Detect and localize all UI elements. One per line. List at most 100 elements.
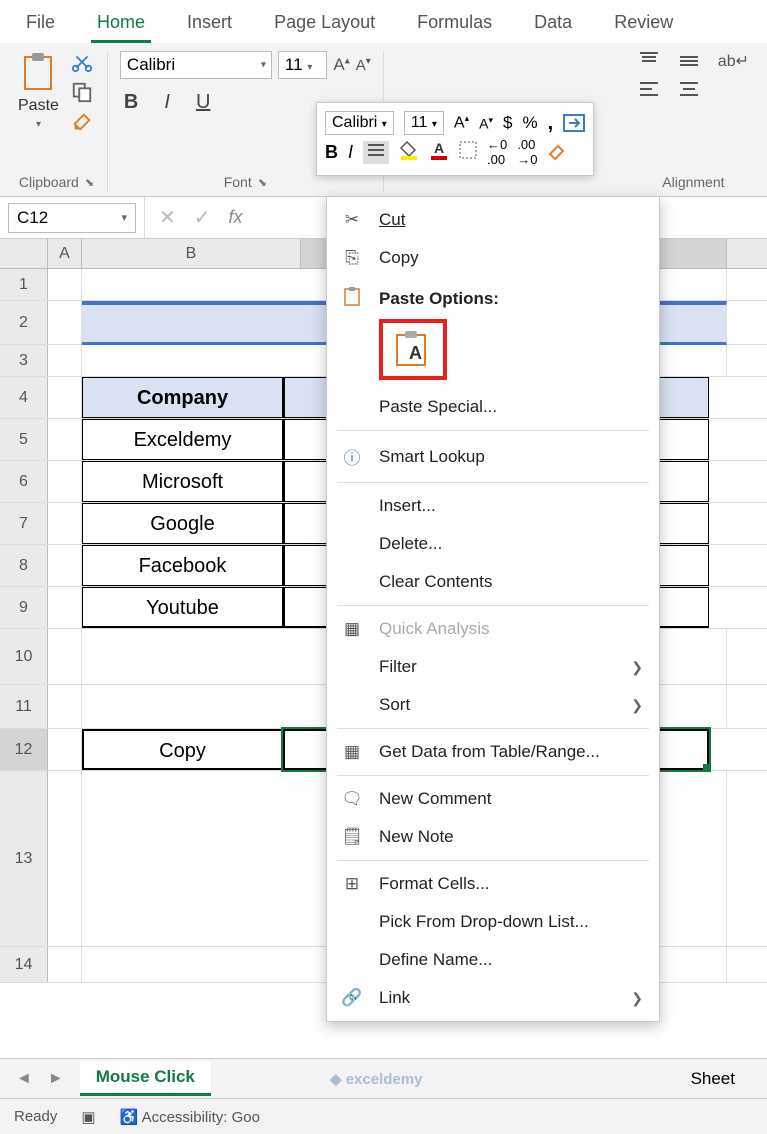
mini-size-select[interactable]: 11 ▾ [404,111,444,135]
row-4[interactable]: 4 [0,377,48,418]
table-header-company[interactable]: Company [82,377,283,418]
underline-button[interactable]: U [192,89,214,116]
cell-b6[interactable]: Microsoft [82,461,283,502]
select-all-corner[interactable] [0,239,48,268]
link-icon: 🔗 [341,988,363,1008]
mini-decrease-decimal-icon[interactable]: .00→0 [517,137,537,167]
ctx-filter[interactable]: Filter❯ [327,648,659,686]
align-middle-icon[interactable] [678,51,700,69]
formula-cancel-icon[interactable]: ✕ [159,205,176,230]
mini-increase-font-icon[interactable]: A▴ [454,113,469,132]
wrap-text-icon[interactable]: ab↵ [718,51,749,71]
tab-insert[interactable]: Insert [179,6,240,43]
ctx-new-note[interactable]: 🗒New Note [327,818,659,856]
italic-button[interactable]: I [160,89,174,116]
tab-data[interactable]: Data [526,6,580,43]
tab-home[interactable]: Home [89,6,153,43]
paste-button[interactable]: Paste ▾ [18,51,59,133]
name-box[interactable]: C12▾ [8,203,136,233]
mini-align-button[interactable] [363,141,389,164]
mini-fill-color-icon[interactable] [399,140,419,165]
increase-font-icon[interactable]: A▴ [333,55,349,75]
ctx-delete[interactable]: Delete... [327,525,659,563]
ctx-insert[interactable]: Insert... [327,487,659,525]
bold-button[interactable]: B [120,89,142,116]
row-14[interactable]: 14 [0,947,48,982]
font-launcher[interactable]: ⬊ [258,176,267,189]
formula-accept-icon[interactable]: ✓ [194,205,211,230]
ctx-clear-contents[interactable]: Clear Contents [327,563,659,601]
mini-comma-icon[interactable]: , [548,112,554,135]
tab-page-layout[interactable]: Page Layout [266,6,383,43]
ctx-smart-lookup[interactable]: ⓘSmart Lookup [327,435,659,478]
mini-currency-icon[interactable]: $ [503,113,512,133]
row-2[interactable]: 2 [0,301,48,344]
align-center-icon[interactable] [678,81,700,99]
row-8[interactable]: 8 [0,545,48,586]
align-top-icon[interactable] [638,51,660,69]
mini-bold-button[interactable]: B [325,142,338,163]
tab-file[interactable]: File [18,6,63,43]
cell-b9[interactable]: Youtube [82,587,283,628]
row-11[interactable]: 11 [0,685,48,728]
mini-decrease-font-icon[interactable]: A▾ [479,115,493,132]
paste-option-values[interactable]: A [379,319,447,380]
row-7[interactable]: 7 [0,503,48,544]
mini-italic-button[interactable]: I [348,142,353,163]
sheet-nav-next[interactable]: ► [48,1070,64,1088]
cell-b8[interactable]: Facebook [82,545,283,586]
mini-percent-icon[interactable]: % [522,113,537,133]
align-left-icon[interactable] [638,81,660,99]
cut-icon[interactable] [69,51,95,73]
ctx-quick-analysis: ▦Quick Analysis [327,610,659,648]
row-1[interactable]: 1 [0,269,48,300]
row-9[interactable]: 9 [0,587,48,628]
copy-icon: ⎘ [341,248,363,268]
ctx-paste-special[interactable]: Paste Special... [327,388,659,426]
cell-b5[interactable]: Exceldemy [82,419,283,460]
mini-font-select[interactable]: Calibri ▾ [325,111,394,135]
ctx-link[interactable]: 🔗Link❯ [327,979,659,1017]
accessibility-status[interactable]: ♿ Accessibility: Goo [120,1108,260,1126]
ctx-cut[interactable]: ✂Cut [327,201,659,239]
quick-analysis-icon: ▦ [341,619,363,639]
macro-record-icon[interactable]: ▣ [81,1108,95,1126]
search-icon: ⓘ [341,444,363,469]
row-3[interactable]: 3 [0,345,48,376]
format-painter-icon[interactable] [69,111,95,133]
row-6[interactable]: 6 [0,461,48,502]
font-name-select[interactable]: Calibri▾ [120,51,272,79]
format-cells-icon: ⊞ [341,874,363,894]
mini-format-painter-icon[interactable] [547,142,567,162]
decrease-font-icon[interactable]: A▾ [356,56,371,74]
font-size-select[interactable]: 11 ▾ [278,51,327,79]
mini-font-color-icon[interactable]: A [429,140,449,165]
cell-b12[interactable]: Copy [82,729,283,770]
col-B[interactable]: B [82,239,301,268]
fx-icon[interactable]: fx [229,207,243,228]
row-5[interactable]: 5 [0,419,48,460]
row-13[interactable]: 13 [0,771,48,946]
cell-b7[interactable]: Google [82,503,283,544]
ctx-sort[interactable]: Sort❯ [327,686,659,724]
sheet-nav-prev[interactable]: ◄ [16,1070,32,1088]
ctx-get-data[interactable]: ▦Get Data from Table/Range... [327,733,659,771]
sheet-tab-active[interactable]: Mouse Click [80,1061,211,1096]
ctx-new-comment[interactable]: 🗨New Comment [327,780,659,818]
row-12[interactable]: 12 [0,729,48,770]
mini-increase-decimal-icon[interactable]: ←0.00 [487,137,507,167]
ctx-copy[interactable]: ⎘Copy [327,239,659,277]
ctx-pick-list[interactable]: Pick From Drop-down List... [327,903,659,941]
tab-formulas[interactable]: Formulas [409,6,500,43]
mini-merge-icon[interactable] [563,114,585,132]
copy-icon[interactable] [69,81,95,103]
ctx-format-cells[interactable]: ⊞Format Cells... [327,865,659,903]
col-A[interactable]: A [48,239,82,268]
mini-borders-icon[interactable] [459,141,477,164]
clipboard-launcher[interactable]: ⬊ [85,176,94,189]
note-icon: 🗒 [341,827,363,847]
tab-review[interactable]: Review [606,6,681,43]
row-10[interactable]: 10 [0,629,48,684]
sheet-tab-other[interactable]: Sheet [675,1063,751,1095]
ctx-define-name[interactable]: Define Name... [327,941,659,979]
